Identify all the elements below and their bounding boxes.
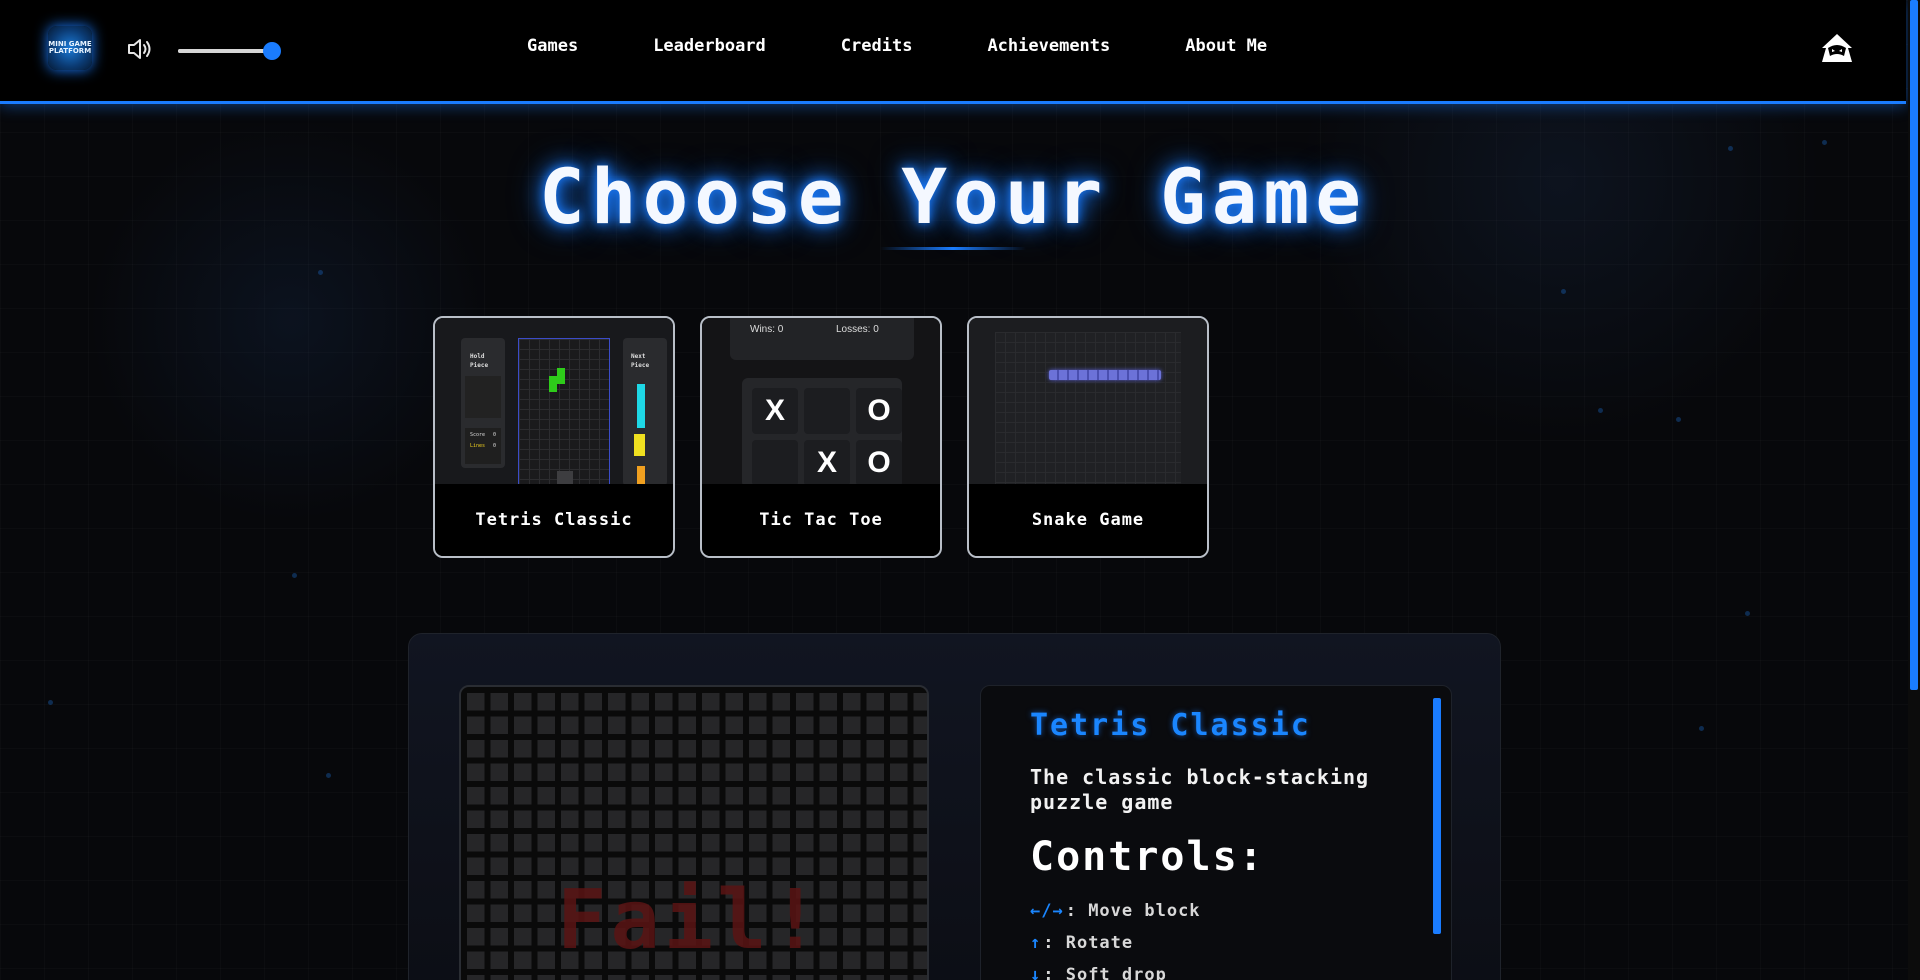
background-particle (1822, 140, 1827, 145)
score-bar: Wins: 0 Losses: 0 (730, 318, 914, 360)
game-card-snake[interactable]: Snake Game (967, 316, 1209, 558)
volume-slider[interactable] (178, 42, 281, 60)
next-panel: Next Piece (623, 338, 667, 486)
down-arrow-icon: ↓ (1030, 965, 1042, 980)
info-description: The classic block-stacking puzzle game (1030, 765, 1370, 814)
control-description: : Move block (1065, 901, 1201, 921)
next-piece-i (637, 384, 645, 428)
tetromino-block (549, 384, 557, 392)
page-title: Choose Your Game (538, 152, 1368, 241)
background-particle (1745, 611, 1750, 616)
title-underline (880, 247, 1026, 250)
tetromino-block (557, 376, 565, 384)
game-panel: Fail! Tetris Classic The classic block-s… (408, 633, 1501, 980)
game-card-tictactoe[interactable]: Wins: 0 Losses: 0 X O X O Tic Tac Toe (700, 316, 942, 558)
nav-about-me[interactable]: About Me (1185, 36, 1267, 56)
tictactoe-preview: Wins: 0 Losses: 0 X O X O (702, 318, 940, 488)
profile-hood-icon[interactable] (1818, 32, 1856, 64)
lines-value: 0 (492, 443, 496, 449)
score-label: Score (470, 432, 486, 438)
hold-panel: Hold Piece Score 0 Lines 0 (461, 338, 505, 468)
ttt-cell[interactable]: O (856, 440, 902, 486)
left-right-arrow-icon: ←/→ (1030, 901, 1064, 921)
fail-overlay-text: Fail! (557, 873, 824, 968)
snake-body (1049, 370, 1161, 380)
background-particle (326, 773, 331, 778)
info-game-title: Tetris Classic (1030, 708, 1311, 743)
platform-logo[interactable]: MINI GAME PLATFORM (48, 26, 92, 70)
logo-text: MINI GAME PLATFORM (48, 40, 92, 55)
main-nav: Games Leaderboard Credits Achievements A… (527, 36, 1267, 56)
control-description: : Soft drop (1043, 965, 1167, 980)
ttt-cell[interactable] (804, 388, 850, 434)
tetromino-block (549, 376, 557, 384)
snake-preview (969, 318, 1207, 488)
up-arrow-icon: ↑ (1030, 933, 1042, 953)
background-particle (1561, 289, 1566, 294)
control-description: : Rotate (1043, 933, 1134, 953)
hold-label: Hold Piece (470, 353, 489, 369)
control-rotate: ↑: Rotate (1030, 933, 1133, 953)
next-piece-o (634, 434, 645, 456)
background-particle (292, 573, 297, 578)
ttt-cell[interactable]: X (804, 440, 850, 486)
score-value: 0 (492, 432, 496, 438)
nav-games[interactable]: Games (527, 36, 578, 56)
background-particle (1728, 146, 1733, 151)
game-info-panel: Tetris Classic The classic block-stackin… (980, 685, 1452, 980)
tetris-mini-board (518, 338, 610, 486)
wins-text: Wins: 0 (750, 324, 784, 335)
control-soft-drop: ↓: Soft drop (1030, 965, 1167, 980)
background-particle (48, 700, 53, 705)
next-piece-l (637, 466, 645, 486)
snake-mini-board (995, 332, 1181, 488)
tetris-preview: Hold Piece Score 0 Lines 0 Next Piece (435, 318, 673, 486)
background-particle (318, 270, 323, 275)
page-scrollbar[interactable] (1908, 0, 1920, 980)
game-card-tetris[interactable]: Hold Piece Score 0 Lines 0 Next Piece Tetr… (433, 316, 675, 558)
tetromino-block (557, 368, 565, 376)
ghost-block (557, 471, 573, 485)
ttt-board: X O X O (742, 378, 902, 488)
controls-heading: Controls: (1030, 834, 1265, 880)
ttt-cell[interactable]: X (752, 388, 798, 434)
page-scrollbar-thumb[interactable] (1910, 0, 1918, 690)
control-move: ←/→: Move block (1030, 901, 1201, 921)
nav-achievements[interactable]: Achievements (987, 36, 1110, 56)
game-card-title: Tetris Classic (435, 484, 673, 556)
score-box: Score 0 Lines 0 (465, 428, 501, 464)
nav-leaderboard[interactable]: Leaderboard (653, 36, 766, 56)
ttt-cell[interactable]: O (856, 388, 902, 434)
background-particle (1699, 726, 1704, 731)
game-card-title: Tic Tac Toe (702, 484, 940, 556)
ttt-cell[interactable] (752, 440, 798, 486)
info-scrollbar[interactable] (1433, 698, 1441, 934)
top-navbar: MINI GAME PLATFORM Games Leaderboard Cre… (0, 0, 1906, 104)
background-particle (1676, 417, 1681, 422)
volume-thumb[interactable] (263, 42, 281, 60)
hold-box (465, 376, 501, 418)
volume-fill (178, 49, 272, 53)
lines-label: Lines (470, 443, 486, 449)
losses-text: Losses: 0 (836, 324, 879, 335)
game-board[interactable]: Fail! (459, 685, 929, 980)
ttt-grid: X O X O (752, 388, 902, 486)
speaker-icon[interactable] (126, 37, 154, 61)
background-particle (1598, 408, 1603, 413)
nav-credits[interactable]: Credits (841, 36, 913, 56)
game-card-title: Snake Game (969, 484, 1207, 556)
next-label: Next Piece (631, 353, 650, 369)
